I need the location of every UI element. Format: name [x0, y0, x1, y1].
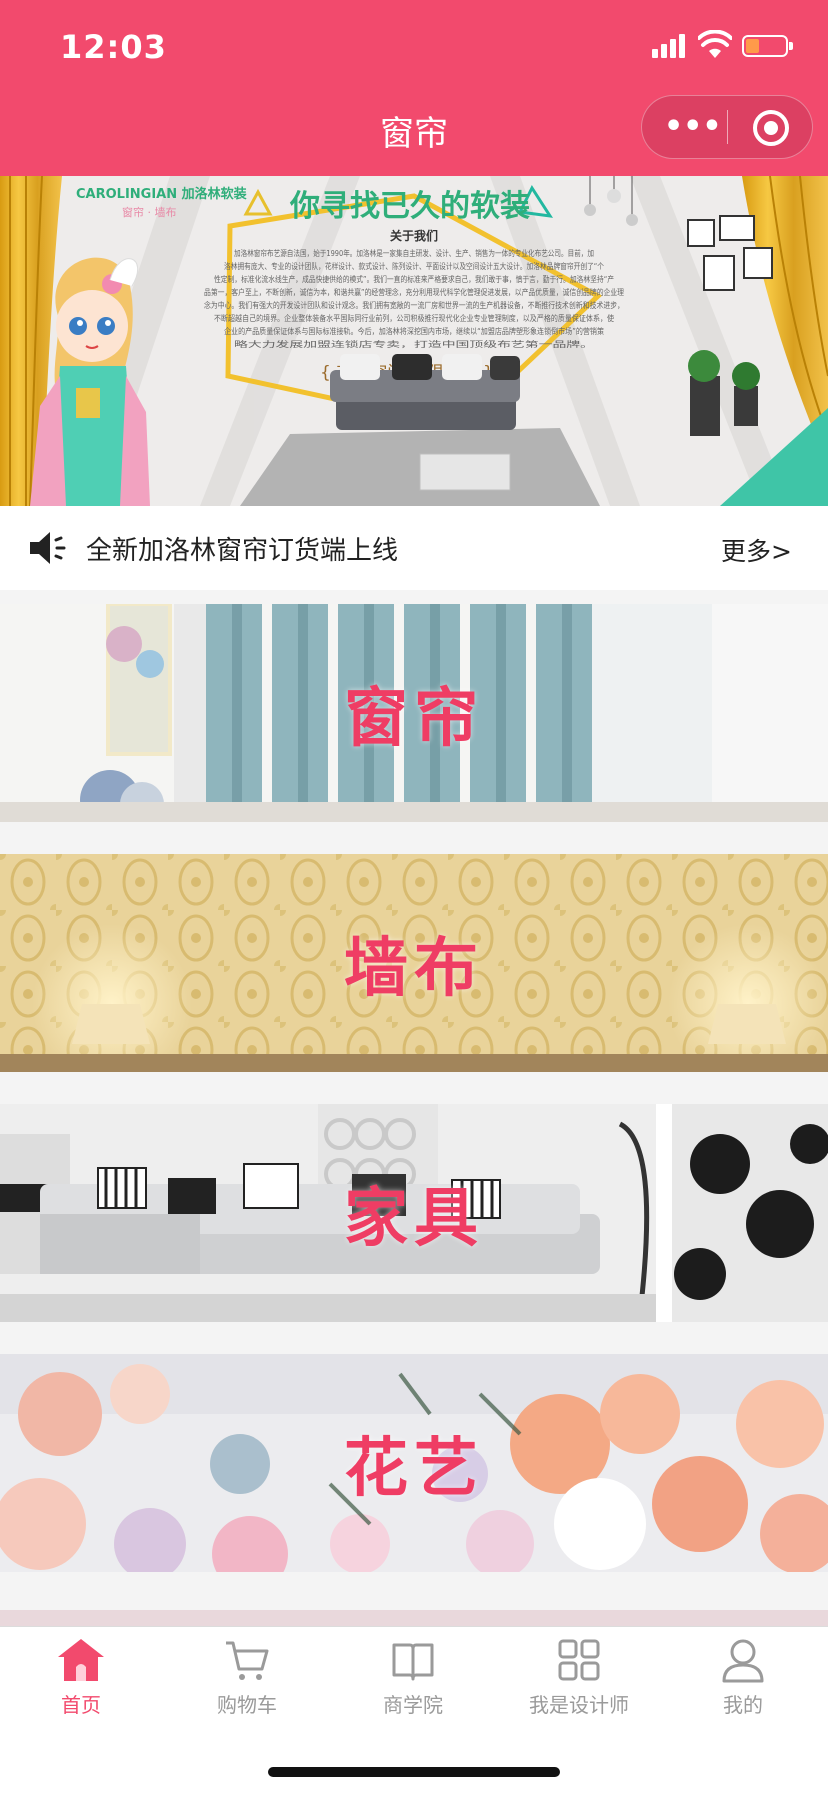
hero-banner[interactable]: 你寻找已久的软装 关于我们 CAROLINGIAN 加洛林软装 窗帘 · 墙布 …: [0, 176, 828, 506]
tab-label-home: 首页: [61, 1693, 101, 1717]
banner-illustration: 你寻找已久的软装 关于我们 CAROLINGIAN 加洛林软装 窗帘 · 墙布 …: [0, 176, 828, 506]
category-furniture[interactable]: 家具: [0, 1104, 828, 1322]
divider: [0, 822, 828, 854]
banner-about: 关于我们: [390, 228, 438, 243]
tab-academy[interactable]: 商学院: [338, 1637, 488, 1737]
category-wallcloth[interactable]: 墙布: [0, 854, 828, 1072]
cart-icon: [226, 1641, 269, 1680]
category-curtains[interactable]: 窗帘: [0, 604, 828, 822]
user-icon: [722, 1639, 764, 1683]
tab-cart[interactable]: 购物车: [172, 1637, 322, 1737]
divider: [0, 1322, 828, 1354]
divider: [0, 1072, 828, 1104]
category-label-curtains: 窗帘: [344, 682, 484, 756]
banner-intro-line: 略大力发展加盟连锁店专卖，打造中国顶级布艺第一品牌。: [234, 339, 594, 349]
capsule-divider: [727, 110, 728, 144]
banner-brand: CAROLINGIAN 加洛林软装: [76, 186, 247, 202]
banner-intro-line: 不断超越自己的境界。企业整体装备水平国际同行业前列，公司积极推行现代化企业专业管…: [214, 313, 614, 323]
category-label-floral: 花艺: [344, 1432, 484, 1506]
mini-program-capsule: •••: [641, 95, 813, 159]
cellular-signal-icon: [652, 34, 688, 58]
banner-intro-line: 念为中心。我们有强大的开发设计团队和设计观念。我们拥有宽敞的一流厂房和世界一流的…: [204, 300, 624, 310]
home-icon: [58, 1639, 104, 1681]
book-icon: [392, 1643, 434, 1681]
close-mini-program-icon[interactable]: [752, 109, 790, 147]
battery-icon: [742, 35, 793, 57]
divider: [0, 590, 828, 604]
home-indicator: [268, 1767, 560, 1777]
banner-intro-line: 品第一，客户至上，不断创新，诚信为本，和谐共赢”的经营理念，充分利用现代科学化管…: [204, 287, 624, 297]
banner-intro-line: 性定制，标准化流水线生产，成品快捷供给的模式”。我们一直的标准来严格要求自己，我…: [214, 274, 614, 284]
tab-profile[interactable]: 我的: [668, 1637, 818, 1737]
category-label-wallcloth: 墙布: [344, 932, 484, 1006]
banner-headline: 你寻找已久的软装: [289, 189, 530, 224]
top-bar: 12:03 窗帘 •••: [0, 0, 828, 176]
next-category-peek: [0, 1610, 828, 1626]
tab-designer[interactable]: 我是设计师: [504, 1637, 654, 1737]
divider: [0, 1572, 828, 1610]
grid-icon: [558, 1639, 600, 1681]
category-label-furniture: 家具: [344, 1182, 484, 1256]
banner-intro-line: 洛林拥有庞大、专业的设计团队，花样设计、款式设计、陈列设计、平面设计以及空间设计…: [224, 261, 604, 271]
tab-home[interactable]: 首页: [6, 1637, 156, 1737]
announcement-bar[interactable]: 全新加洛林窗帘订货端上线 更多>: [0, 506, 828, 590]
more-menu-icon[interactable]: •••: [664, 112, 722, 142]
tab-label-cart: 购物车: [217, 1693, 277, 1717]
announcement-text[interactable]: 全新加洛林窗帘订货端上线: [86, 530, 398, 567]
banner-intro-line: 加洛林窗帘布艺源自法国，始于1990年。加洛林是一家集自主研发、设计、生产、销售…: [234, 248, 594, 258]
tab-label-academy: 商学院: [383, 1693, 443, 1717]
tab-label-profile: 我的: [723, 1693, 763, 1717]
tab-label-designer: 我是设计师: [529, 1693, 629, 1717]
banner-intro-line: 企业的产品质量保证体系与国际标准接轨。今后，加洛林将深挖国内市场，继续以“加盟店…: [224, 326, 604, 336]
category-floral[interactable]: 花艺: [0, 1354, 828, 1572]
banner-brand-sub: 窗帘 · 墙布: [122, 205, 177, 219]
announcement-more-link[interactable]: 更多>: [721, 532, 792, 568]
status-time: 12:03: [60, 28, 167, 66]
wifi-icon: [698, 30, 732, 58]
speaker-icon: [30, 532, 66, 564]
